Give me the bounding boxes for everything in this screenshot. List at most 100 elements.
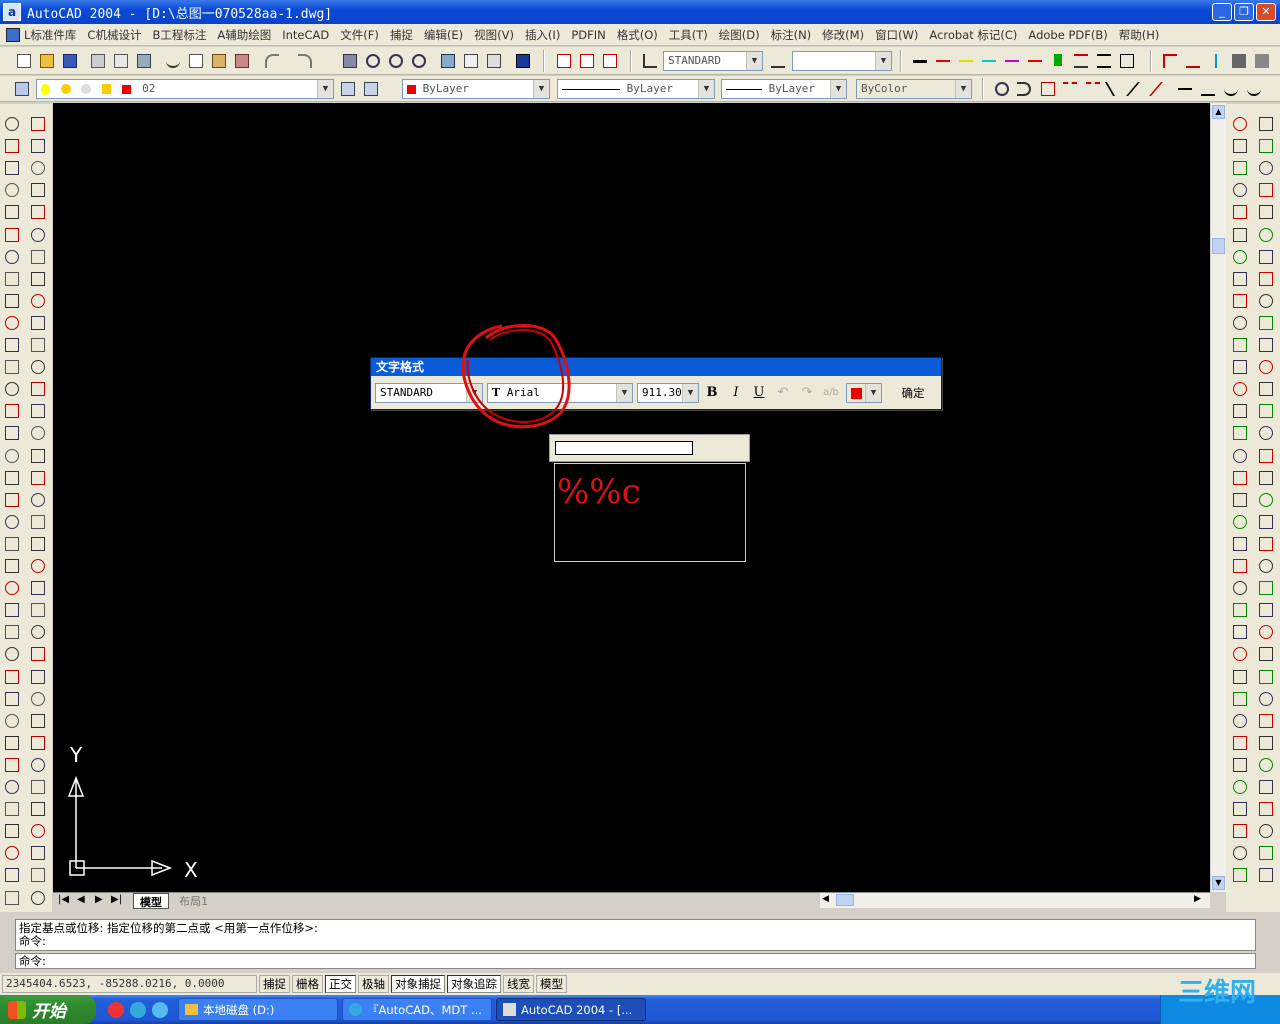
tool-icon[interactable]: [1230, 401, 1250, 421]
tool-icon[interactable]: [1230, 556, 1250, 576]
match-properties-icon[interactable]: [232, 51, 252, 71]
coordinates-display[interactable]: 2345404.6523, -85288.0216, 0.0000: [2, 975, 257, 993]
print-icon[interactable]: [88, 51, 108, 71]
tool-icon[interactable]: [28, 777, 48, 797]
polar-toggle[interactable]: 极轴: [358, 975, 389, 993]
zigzag-icon[interactable]: [1198, 79, 1218, 99]
osnap-toggle[interactable]: 对象捕捉: [391, 975, 445, 993]
tab-next-icon[interactable]: ▶: [95, 894, 103, 905]
tool-icon[interactable]: [2, 225, 22, 245]
tool-icon[interactable]: [1230, 446, 1250, 466]
chevron-down-icon[interactable]: ▼: [616, 384, 632, 402]
menu-item[interactable]: 窗口(W): [875, 27, 918, 43]
chevron-down-icon[interactable]: ▼: [955, 80, 971, 98]
publish-icon[interactable]: [134, 51, 154, 71]
line-icon[interactable]: [1149, 79, 1175, 99]
chevron-down-icon[interactable]: ▼: [830, 80, 846, 98]
snap-toggle[interactable]: 捕捉: [259, 975, 290, 993]
tool-icon[interactable]: [2, 622, 22, 642]
tool-icon[interactable]: [2, 689, 22, 709]
tool-icon[interactable]: [1230, 158, 1250, 178]
zoom-previous-icon[interactable]: [409, 51, 429, 71]
close-button[interactable]: ✕: [1256, 3, 1276, 21]
menu-item[interactable]: 视图(V): [474, 27, 514, 43]
tool-icon[interactable]: [28, 468, 48, 488]
tool-icon[interactable]: [1256, 777, 1276, 797]
tool-icon[interactable]: [1230, 247, 1250, 267]
menu-item[interactable]: 工具(T): [669, 27, 708, 43]
tool-icon[interactable]: [28, 843, 48, 863]
tool-icon[interactable]: [1230, 755, 1250, 775]
horizontal-scrollbar[interactable]: ◀ ▶: [820, 893, 1210, 908]
dim-icon[interactable]: [1071, 51, 1091, 71]
cut-icon[interactable]: [163, 51, 183, 71]
tab-layout1[interactable]: 布局1: [173, 893, 214, 909]
otrack-toggle[interactable]: 对象追踪: [447, 975, 501, 993]
tool-icon[interactable]: [2, 534, 22, 554]
menu-item[interactable]: Adobe PDF(B): [1028, 28, 1107, 42]
tool-icon[interactable]: [1256, 755, 1276, 775]
crosshair-icon[interactable]: [1206, 51, 1226, 71]
ie-icon[interactable]: [130, 1001, 146, 1018]
linetype-combo[interactable]: ByLayer ▼: [557, 79, 715, 99]
text-height-select[interactable]: 911.304 ▼: [637, 383, 699, 403]
tool-icon[interactable]: [28, 401, 48, 421]
tab-prev-icon[interactable]: ◀: [77, 894, 85, 905]
curve-icon[interactable]: [1221, 79, 1241, 99]
command-history[interactable]: 指定基点或位移: 指定位移的第二点或 <用第一点作位移>: 命令:: [15, 919, 1256, 951]
tool-icon[interactable]: [1230, 733, 1250, 753]
text-style-combo[interactable]: STANDARD ▼: [663, 51, 763, 71]
chevron-down-icon[interactable]: ▼: [875, 52, 891, 70]
tool-icon[interactable]: [1230, 578, 1250, 598]
tool-icon[interactable]: [2, 578, 22, 598]
curve-icon[interactable]: [1244, 79, 1264, 99]
line-red-dim-icon[interactable]: [1025, 51, 1045, 71]
mtext-ruler[interactable]: [549, 434, 750, 462]
tool-icon[interactable]: [1256, 711, 1276, 731]
zoom-realtime-icon[interactable]: [363, 51, 383, 71]
tool-icon[interactable]: [2, 600, 22, 620]
tool-icon[interactable]: [1230, 225, 1250, 245]
layer-combo[interactable]: 02 ▼: [36, 79, 334, 99]
tool-icon[interactable]: [28, 180, 48, 200]
chevron-down-icon[interactable]: ▼: [865, 384, 881, 402]
italic-button[interactable]: I: [726, 383, 746, 403]
menu-item[interactable]: 捕捉: [390, 27, 413, 43]
paste-icon[interactable]: [209, 51, 229, 71]
leader-icon[interactable]: [1160, 51, 1180, 71]
tool-icon[interactable]: [28, 711, 48, 731]
menu-item[interactable]: 修改(M): [822, 27, 864, 43]
tool-icon[interactable]: [2, 512, 22, 532]
tool-icon[interactable]: [2, 379, 22, 399]
tool-icon[interactable]: [28, 490, 48, 510]
tool-icon[interactable]: [28, 534, 48, 554]
tool-icon[interactable]: [2, 755, 22, 775]
tool-icon[interactable]: [1230, 335, 1250, 355]
tool-icon[interactable]: [1230, 534, 1250, 554]
tool-icon[interactable]: [1256, 468, 1276, 488]
text-style-icon[interactable]: [640, 51, 660, 71]
tool-icon[interactable]: [28, 379, 48, 399]
tool-icon[interactable]: [28, 423, 48, 443]
tool-icon[interactable]: [1256, 269, 1276, 289]
tool-icon[interactable]: [2, 556, 22, 576]
tool-icon[interactable]: [1256, 667, 1276, 687]
tool-icon[interactable]: [1230, 468, 1250, 488]
tab-last-icon[interactable]: ▶|: [111, 894, 122, 905]
redo-icon[interactable]: [295, 51, 315, 71]
tool-icon[interactable]: [1256, 114, 1276, 134]
arc-icon[interactable]: [1014, 79, 1034, 99]
tool-icon[interactable]: [28, 865, 48, 885]
tool-icon[interactable]: [28, 136, 48, 156]
tool-icon[interactable]: [1256, 821, 1276, 841]
line-yellow-icon[interactable]: [956, 51, 976, 71]
menu-item[interactable]: 插入(I): [525, 27, 560, 43]
tool-icon[interactable]: [1256, 622, 1276, 642]
menu-item[interactable]: B工程标注: [152, 27, 206, 43]
tool-icon[interactable]: [1230, 644, 1250, 664]
menu-item[interactable]: 帮助(H): [1119, 27, 1160, 43]
tool-icon[interactable]: [2, 733, 22, 753]
polyline-icon[interactable]: [1104, 79, 1128, 99]
tool-icon[interactable]: [1230, 622, 1250, 642]
tool-icon[interactable]: [2, 777, 22, 797]
